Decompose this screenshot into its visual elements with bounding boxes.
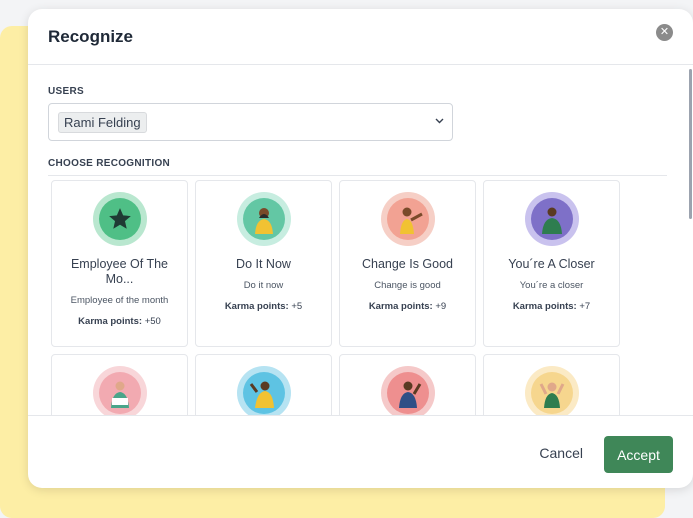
person-badge-icon <box>386 372 429 414</box>
card-title: You´re A Closer <box>508 257 595 271</box>
chevron-down-icon[interactable] <box>435 116 444 127</box>
modal-footer: Cancel Accept <box>28 415 693 488</box>
karma-value: +7 <box>579 301 591 312</box>
recognition-card[interactable] <box>195 354 332 415</box>
badge <box>92 192 147 246</box>
card-description: Change is good <box>374 280 441 291</box>
badge <box>524 366 579 415</box>
card-title: Change Is Good <box>361 257 454 271</box>
star-badge-icon <box>98 198 141 240</box>
recognition-card-do-it-now[interactable]: Do It Now Do it now Karma points: +5 <box>195 180 332 347</box>
karma-value: +5 <box>291 301 303 312</box>
recognition-grid: Employee Of The Mo... Employee of the mo… <box>48 180 673 415</box>
close-icon[interactable]: ✕ <box>656 24 673 41</box>
card-description: Do it now <box>243 280 284 291</box>
card-description: You´re a closer <box>519 280 584 291</box>
recognition-card-youre-a-closer[interactable]: You´re A Closer You´re a closer Karma po… <box>483 180 620 347</box>
recognition-card-change-is-good[interactable]: Change Is Good Change is good Karma poin… <box>339 180 476 347</box>
card-karma: Karma points: +5 <box>225 301 302 312</box>
choose-recognition-label: CHOOSE RECOGNITION <box>48 158 667 176</box>
karma-value: +9 <box>435 301 447 312</box>
karma-value: +50 <box>144 316 161 327</box>
person-badge-icon <box>386 198 429 240</box>
user-chip[interactable]: Rami Felding <box>58 111 147 133</box>
badge <box>236 366 291 415</box>
accept-button[interactable]: Accept <box>604 436 673 473</box>
card-title: Do It Now <box>236 257 291 271</box>
card-karma: Karma points: +9 <box>369 301 446 312</box>
recognition-card[interactable] <box>51 354 188 415</box>
recognition-card[interactable] <box>483 354 620 415</box>
karma-label: Karma points: <box>368 301 433 312</box>
modal-title: Recognize <box>48 26 134 46</box>
person-badge-icon <box>530 198 573 240</box>
card-description: Employee of the month <box>70 295 169 306</box>
card-karma: Karma points: +7 <box>513 301 590 312</box>
card-title: Employee Of The Mo... <box>70 257 169 286</box>
karma-label: Karma points: <box>512 301 577 312</box>
scrollbar[interactable] <box>689 69 692 219</box>
badge <box>380 192 435 246</box>
badge <box>92 366 147 415</box>
recognize-modal: Recognize ✕ USERS Rami Felding CHOOSE RE… <box>28 9 693 488</box>
karma-label: Karma points: <box>224 301 289 312</box>
person-badge-icon <box>98 372 141 414</box>
cancel-button[interactable]: Cancel <box>539 445 583 461</box>
users-select[interactable]: Rami Felding <box>48 103 453 141</box>
card-karma: Karma points: +50 <box>78 316 161 327</box>
karma-label: Karma points: <box>78 316 143 327</box>
badge <box>524 192 579 246</box>
modal-header: Recognize ✕ <box>28 9 693 65</box>
badge <box>380 366 435 415</box>
badge <box>236 192 291 246</box>
recognition-card-employee-of-the-month[interactable]: Employee Of The Mo... Employee of the mo… <box>51 180 188 347</box>
person-badge-icon <box>530 372 573 414</box>
recognition-card[interactable] <box>339 354 476 415</box>
person-badge-icon <box>242 198 285 240</box>
users-label: USERS <box>48 86 84 97</box>
modal-body[interactable]: USERS Rami Felding CHOOSE RECOGNITION Em… <box>28 65 693 415</box>
person-badge-icon <box>242 372 285 414</box>
